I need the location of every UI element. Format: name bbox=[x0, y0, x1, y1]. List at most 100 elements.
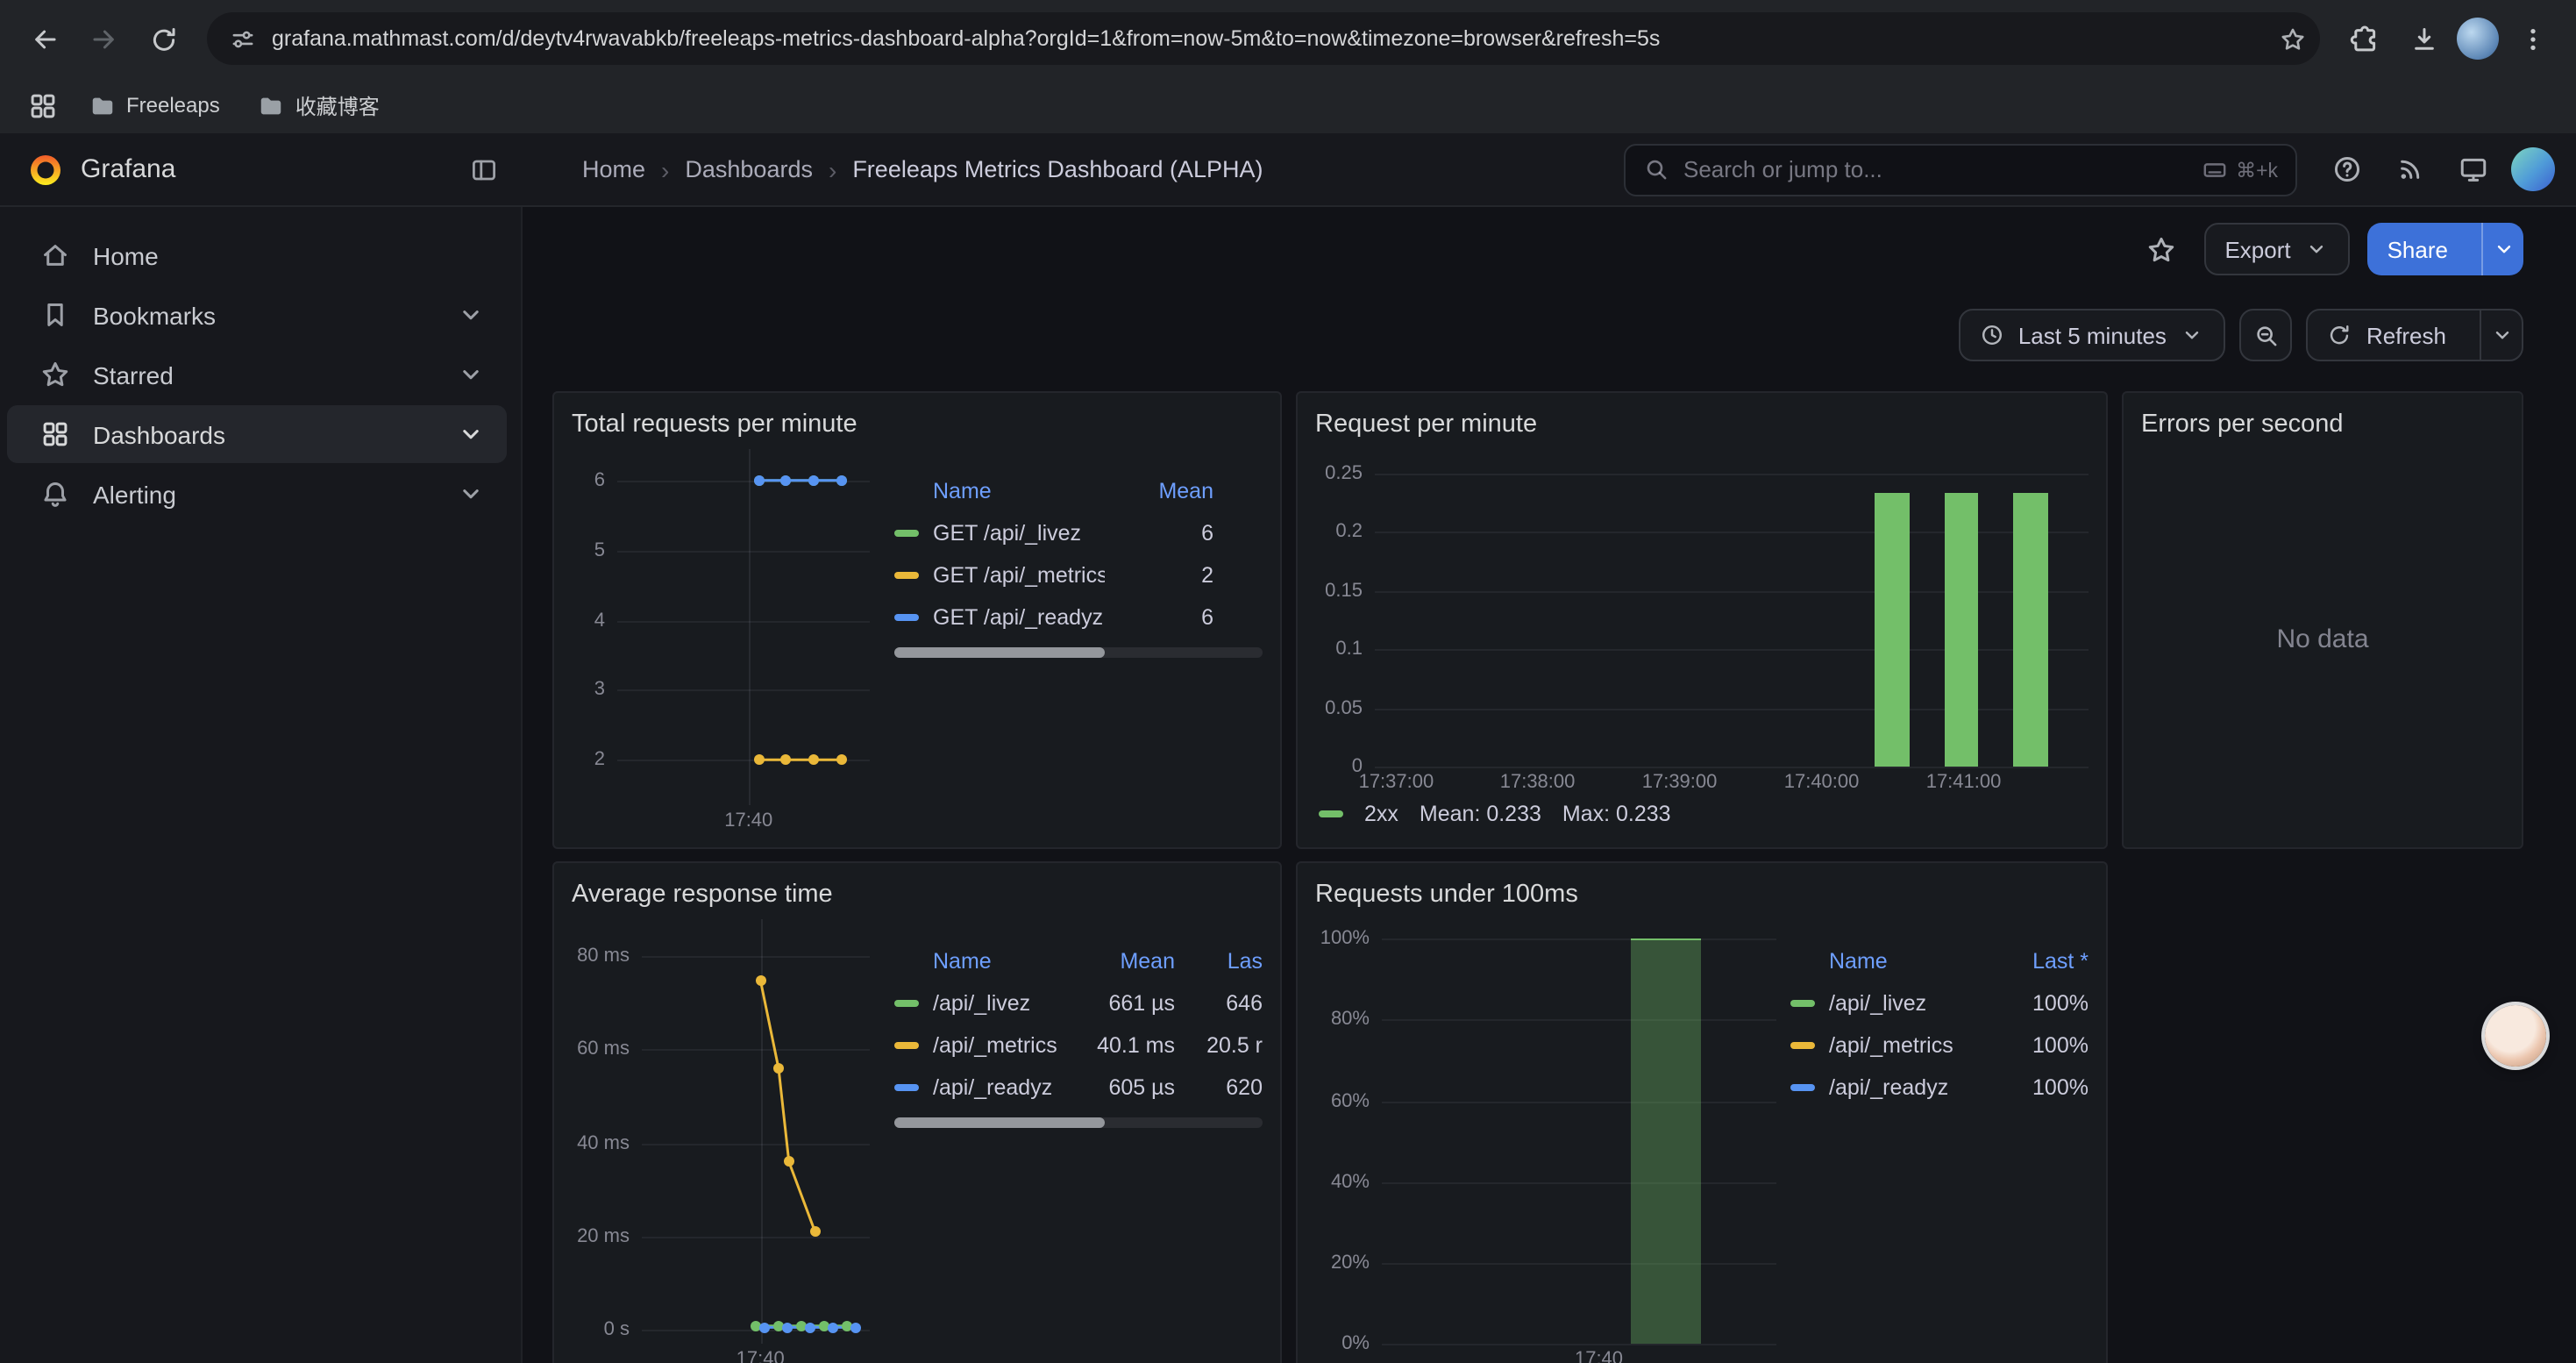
grafana-logo[interactable] bbox=[28, 152, 63, 187]
sidebar-collapse-icon[interactable] bbox=[470, 155, 498, 183]
reload-button[interactable] bbox=[137, 12, 189, 65]
bookmark-star-icon[interactable] bbox=[2280, 25, 2306, 52]
chevron-down-icon[interactable] bbox=[456, 419, 486, 449]
favorite-star-button[interactable] bbox=[2137, 225, 2186, 274]
panel-title[interactable]: Errors per second bbox=[2141, 403, 2504, 446]
plot-area[interactable] bbox=[642, 919, 870, 1344]
user-avatar[interactable] bbox=[2511, 147, 2555, 191]
legend-table: NameLast */api/_livez100%/api/_metrics10… bbox=[1790, 940, 2089, 1109]
x-tick-label: 17:38:00 bbox=[1500, 772, 1576, 793]
panel-title[interactable]: Requests under 100ms bbox=[1315, 874, 2089, 916]
time-range-picker[interactable]: Last 5 minutes bbox=[1959, 309, 2226, 361]
sidebar-item-dashboards[interactable]: Dashboards bbox=[7, 405, 507, 463]
gridline bbox=[1382, 1101, 1776, 1103]
back-button[interactable] bbox=[18, 12, 70, 65]
chevron-down-icon[interactable] bbox=[456, 360, 486, 389]
gridline bbox=[1375, 474, 2089, 475]
legend-series-name[interactable]: /api/_readyz bbox=[933, 1075, 1052, 1100]
series-swatch[interactable] bbox=[1319, 810, 1343, 817]
legend-row: /api/_metrics100% bbox=[1790, 1024, 2089, 1067]
plot-area[interactable] bbox=[1375, 460, 2089, 767]
x-axis: 17:40 bbox=[1382, 1344, 1776, 1363]
series-swatch[interactable] bbox=[894, 1000, 919, 1007]
extensions-button[interactable] bbox=[2338, 12, 2390, 65]
legend-series-name[interactable]: /api/_metrics bbox=[1829, 1033, 1953, 1058]
legend-series-name[interactable]: 2xx bbox=[1364, 802, 1398, 826]
legend-value: 100% bbox=[2008, 991, 2089, 1016]
site-settings-icon[interactable] bbox=[230, 25, 256, 52]
series-point bbox=[836, 754, 847, 765]
bookmark-item[interactable]: Freeleaps bbox=[74, 84, 236, 126]
zoom-out-button[interactable] bbox=[2240, 309, 2293, 361]
legend-series-name[interactable]: /api/_livez bbox=[933, 991, 1030, 1016]
legend-series-name[interactable]: /api/_metrics bbox=[933, 1033, 1057, 1058]
series-swatch[interactable] bbox=[894, 530, 919, 537]
browser-profile-avatar[interactable] bbox=[2457, 18, 2499, 60]
series-swatch[interactable] bbox=[1790, 1042, 1815, 1049]
bookmark-list: Freeleaps收藏博客 bbox=[74, 84, 395, 126]
search-box[interactable]: ⌘+k bbox=[1624, 143, 2297, 196]
scrollbar-thumb[interactable] bbox=[894, 1117, 1104, 1128]
gridline bbox=[1375, 708, 2089, 710]
bookmark-item[interactable]: 收藏博客 bbox=[243, 84, 395, 126]
refresh-button[interactable]: Refresh bbox=[2309, 310, 2466, 360]
downloads-button[interactable] bbox=[2397, 12, 2450, 65]
display-button[interactable] bbox=[2448, 144, 2499, 195]
legend-area: NameLast */api/_livez100%/api/_metrics10… bbox=[1776, 919, 2089, 1363]
series-swatch[interactable] bbox=[894, 614, 919, 621]
sidebar-item-starred[interactable]: Starred bbox=[7, 346, 507, 403]
breadcrumb-link[interactable]: Home bbox=[582, 156, 645, 182]
legend-series-name[interactable]: GET /api/_readyz bbox=[933, 605, 1103, 630]
clock-icon bbox=[1980, 323, 2004, 347]
line-chart: 6543217:40 bbox=[572, 449, 870, 833]
legend-series-name[interactable]: GET /api/_metrics bbox=[933, 563, 1105, 588]
series-point bbox=[850, 1322, 861, 1332]
export-button[interactable]: Export bbox=[2203, 223, 2350, 275]
share-dropdown-button[interactable] bbox=[2481, 223, 2523, 275]
legend-series-name[interactable]: /api/_readyz bbox=[1829, 1075, 1948, 1100]
assistant-avatar[interactable] bbox=[2485, 1005, 2546, 1067]
legend-column-header: Name bbox=[894, 949, 1070, 974]
legend-header: NameMeanLas bbox=[894, 940, 1263, 982]
share-main-button[interactable]: Share bbox=[2368, 223, 2467, 275]
series-swatch[interactable] bbox=[1790, 1000, 1815, 1007]
sidebar-item-bookmarks[interactable]: Bookmarks bbox=[7, 286, 507, 344]
panel-title[interactable]: Total requests per minute bbox=[572, 403, 1263, 446]
series-swatch[interactable] bbox=[894, 572, 919, 579]
help-button[interactable] bbox=[2322, 144, 2373, 195]
sidebar-item-alerting[interactable]: Alerting bbox=[7, 465, 507, 523]
forward-icon bbox=[89, 24, 118, 54]
x-axis: 17:37:0017:38:0017:39:0017:40:0017:41:00 bbox=[1375, 767, 2089, 795]
legend-mean: Mean: 0.233 bbox=[1420, 802, 1541, 826]
legend-scrollbar[interactable] bbox=[894, 647, 1263, 658]
legend-row: /api/_readyz605 µs620 bbox=[894, 1067, 1263, 1109]
scrollbar-thumb[interactable] bbox=[894, 647, 1104, 658]
legend-scrollbar[interactable] bbox=[894, 1117, 1263, 1128]
panel-title[interactable]: Average response time bbox=[572, 874, 1263, 916]
series-swatch[interactable] bbox=[894, 1084, 919, 1091]
chevron-down-icon[interactable] bbox=[456, 300, 486, 330]
url-bar[interactable]: grafana.mathmast.com/d/deytv4rwavabkb/fr… bbox=[207, 12, 2320, 65]
x-tick-label: 17:40 bbox=[737, 1349, 785, 1363]
bar-chart: 0.250.20.150.10.05017:37:0017:38:0017:39… bbox=[1315, 460, 2089, 795]
panel-title[interactable]: Request per minute bbox=[1315, 403, 2089, 446]
search-input[interactable] bbox=[1683, 156, 2188, 182]
legend-series-name[interactable]: /api/_livez bbox=[1829, 991, 1926, 1016]
y-tick-label: 60 ms bbox=[577, 1039, 630, 1060]
news-button[interactable] bbox=[2385, 144, 2436, 195]
series-swatch[interactable] bbox=[894, 1042, 919, 1049]
forward-button[interactable] bbox=[77, 12, 130, 65]
plot-area[interactable] bbox=[617, 449, 870, 805]
apps-grid-button[interactable] bbox=[18, 81, 67, 130]
y-tick-label: 60% bbox=[1331, 1090, 1370, 1111]
legend-series-name[interactable]: GET /api/_livez bbox=[933, 521, 1081, 546]
series-swatch[interactable] bbox=[1790, 1084, 1815, 1091]
y-tick-label: 20 ms bbox=[577, 1226, 630, 1247]
breadcrumb-link[interactable]: Dashboards bbox=[685, 156, 813, 182]
refresh-interval-dropdown[interactable] bbox=[2480, 310, 2522, 360]
plot-area[interactable] bbox=[1382, 923, 1776, 1344]
chevron-down-icon[interactable] bbox=[456, 479, 486, 509]
sidebar-item-home[interactable]: Home bbox=[7, 226, 507, 284]
browser-menu-button[interactable] bbox=[2506, 12, 2558, 65]
y-tick-label: 0.1 bbox=[1335, 639, 1363, 660]
